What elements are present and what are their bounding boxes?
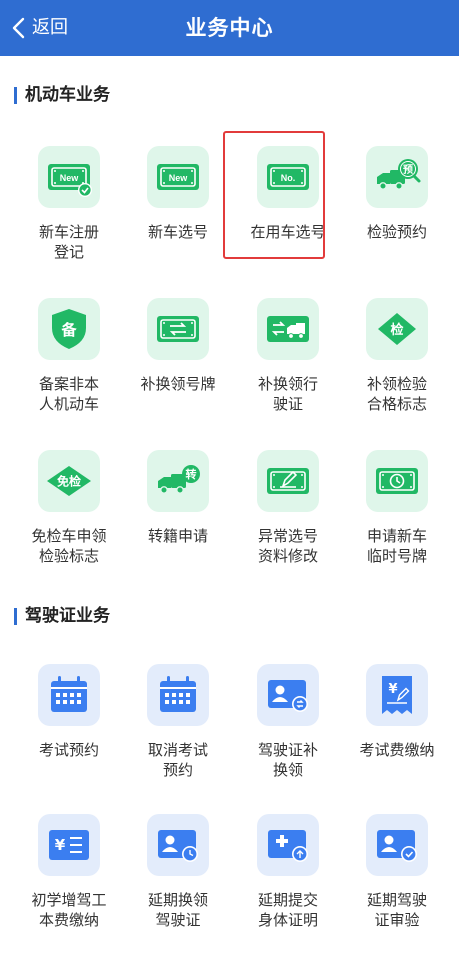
section-title-text: 驾驶证业务 xyxy=(25,606,110,626)
svg-text:New: New xyxy=(60,173,80,183)
service-tile[interactable]: 取消考试 预约 xyxy=(122,648,234,788)
service-label: 新车注册 登记 xyxy=(38,223,99,261)
svg-text:¥: ¥ xyxy=(55,836,66,854)
service-tile[interactable]: 考试预约 xyxy=(13,648,125,788)
service-tile[interactable]: 转转籍申请 xyxy=(122,434,234,574)
svg-text:预: 预 xyxy=(403,164,413,176)
calendar-icon xyxy=(38,664,100,726)
shield-record-icon: 备 xyxy=(38,298,100,360)
service-tile[interactable]: 延期换领 驾驶证 xyxy=(122,798,234,938)
service-label: 异常选号 资料修改 xyxy=(257,527,318,565)
temporary-plate-clock-icon xyxy=(366,450,428,512)
fee-list-icon: ¥ xyxy=(38,814,100,876)
service-tile[interactable]: 预检验预约 xyxy=(341,130,453,270)
service-tile[interactable]: 延期驾驶 证审验 xyxy=(341,798,453,938)
service-label: 免检车申领 检验标志 xyxy=(31,527,107,565)
service-tile[interactable]: New 新车选号 xyxy=(122,130,234,270)
service-label: 延期提交 身体证明 xyxy=(257,891,318,929)
service-label: 延期驾驶 证审验 xyxy=(366,891,427,929)
plate-edit-icon xyxy=(257,450,319,512)
plate-swap-icon xyxy=(147,298,209,360)
license-clock-icon xyxy=(147,814,209,876)
new-plate-icon: New xyxy=(147,146,209,208)
calendar-cancel-icon xyxy=(147,664,209,726)
header-bar: 返回 业务中心 xyxy=(0,0,459,56)
svg-text:¥: ¥ xyxy=(388,682,397,697)
service-label: 补领检验 合格标志 xyxy=(366,375,427,413)
service-tile[interactable]: 备备案非本 人机动车 xyxy=(13,282,125,422)
service-tile[interactable]: 申请新车 临时号牌 xyxy=(341,434,453,574)
license-check-icon xyxy=(366,814,428,876)
service-label: 取消考试 预约 xyxy=(147,741,208,779)
service-tile[interactable]: 检补领检验 合格标志 xyxy=(341,282,453,422)
svg-text:免检: 免检 xyxy=(57,474,81,489)
service-label: 转籍申请 xyxy=(147,527,208,545)
section-title-license: 驾驶证业务 xyxy=(14,605,110,627)
new-plate-check-icon: New xyxy=(38,146,100,208)
exempt-mark-icon: 免检 xyxy=(38,450,100,512)
service-label: 新车选号 xyxy=(147,223,208,241)
service-label: 备案非本 人机动车 xyxy=(38,375,99,413)
medical-upload-icon xyxy=(257,814,319,876)
vehicle-license-swap-icon xyxy=(257,298,319,360)
section-title-text: 机动车业务 xyxy=(25,85,110,105)
service-label: 初学增驾工 本费缴纳 xyxy=(31,891,107,929)
section-title-vehicle: 机动车业务 xyxy=(14,84,110,106)
service-tile[interactable]: 免检免检车申领 检验标志 xyxy=(13,434,125,574)
svg-text:New: New xyxy=(169,173,189,183)
svg-text:转: 转 xyxy=(186,467,197,481)
service-tile[interactable]: 补换领号牌 xyxy=(122,282,234,422)
service-tile[interactable]: No. 在用车选号 xyxy=(232,130,344,270)
service-label: 延期换领 驾驶证 xyxy=(147,891,208,929)
service-tile[interactable]: 异常选号 资料修改 xyxy=(232,434,344,574)
section-marker xyxy=(14,86,17,104)
service-label: 考试预约 xyxy=(38,741,99,759)
service-label: 补换领号牌 xyxy=(140,375,216,393)
svg-text:备: 备 xyxy=(60,321,77,339)
service-label: 考试费缴纳 xyxy=(359,741,435,759)
section-marker xyxy=(14,607,17,625)
service-tile[interactable]: ¥ 初学增驾工 本费缴纳 xyxy=(13,798,125,938)
service-tile[interactable]: 补换领行 驶证 xyxy=(232,282,344,422)
no-plate-icon: No. xyxy=(257,146,319,208)
service-label: 检验预约 xyxy=(366,223,427,241)
inspection-mark-icon: 检 xyxy=(366,298,428,360)
truck-transfer-icon: 转 xyxy=(147,450,209,512)
service-tile[interactable]: 延期提交 身体证明 xyxy=(232,798,344,938)
svg-text:No.: No. xyxy=(281,173,296,183)
service-tile[interactable]: ¥ 考试费缴纳 xyxy=(341,648,453,788)
service-label: 在用车选号 xyxy=(250,223,326,241)
service-label: 申请新车 临时号牌 xyxy=(366,527,427,565)
truck-appointment-icon: 预 xyxy=(366,146,428,208)
license-swap-icon xyxy=(257,664,319,726)
page-title: 业务中心 xyxy=(185,16,274,40)
service-label: 补换领行 驶证 xyxy=(257,375,318,413)
service-tile[interactable]: 驾驶证补 换领 xyxy=(232,648,344,788)
svg-text:检: 检 xyxy=(390,322,403,338)
service-tile[interactable]: New 新车注册 登记 xyxy=(13,130,125,270)
service-label: 驾驶证补 换领 xyxy=(257,741,318,779)
fee-receipt-icon: ¥ xyxy=(366,664,428,726)
